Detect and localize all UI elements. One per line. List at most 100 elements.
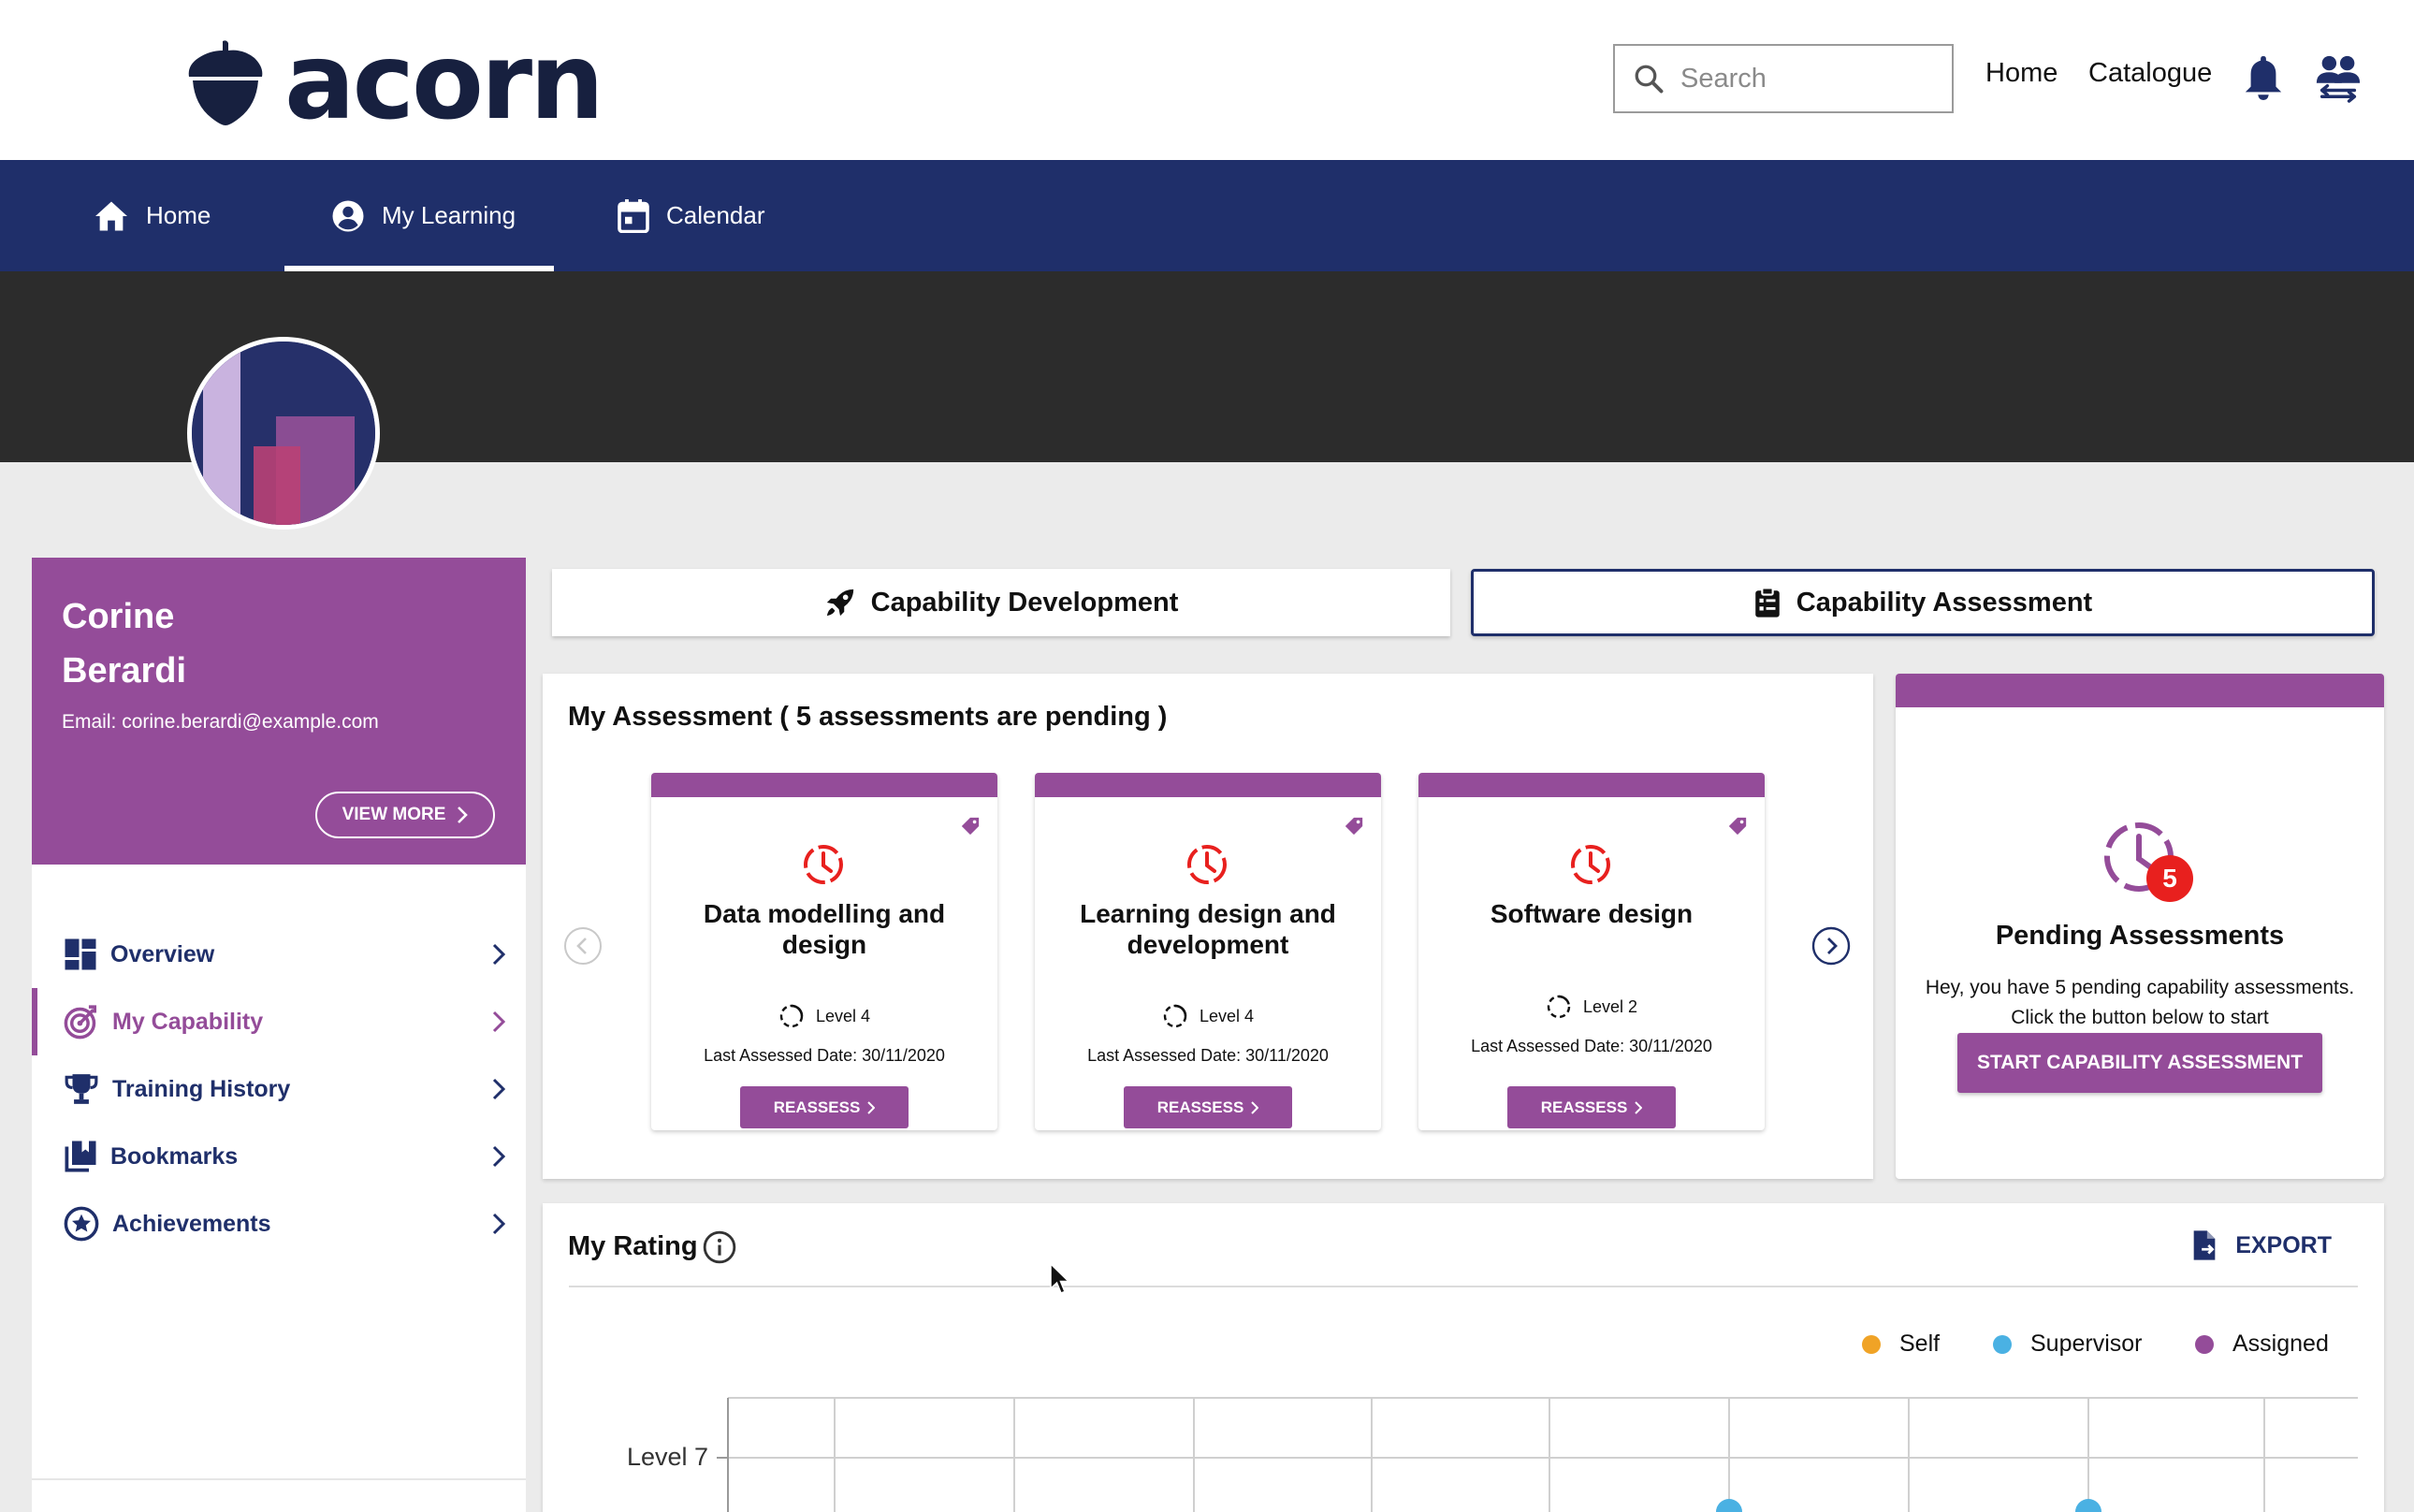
reassess-button[interactable]: REASSESS (740, 1086, 909, 1128)
profile-last-name: Berardi (62, 651, 187, 691)
legend-label: Self (1899, 1330, 1941, 1357)
carousel-prev-button[interactable] (563, 926, 603, 966)
assessment-panel-title: My Assessment ( 5 assessments are pendin… (568, 702, 1168, 732)
search-icon (1635, 65, 1664, 94)
assessment-card[interactable]: Data modelling and design Level 4 Last A… (651, 773, 997, 1130)
reassess-label: REASSESS (1156, 1098, 1244, 1116)
sidebar-item-label: Achievements (112, 1210, 271, 1237)
pending-count-badge: 5 (2146, 855, 2193, 902)
pending-assessments-panel: 5 Pending Assessments Hey, you have 5 pe… (1896, 674, 2384, 1179)
view-more-label: VIEW MORE (342, 805, 446, 824)
main-nav: Home My Learning Calendar (0, 160, 2414, 271)
carousel-next-button[interactable] (1811, 926, 1851, 966)
chevron-right-icon (492, 1145, 505, 1168)
legend-label: Assigned (2232, 1330, 2329, 1357)
star-badge-icon (64, 1206, 99, 1242)
legend-item-supervisor: Supervisor (1993, 1330, 2143, 1358)
legend-dot (1862, 1334, 1881, 1354)
sidebar-item-training-history[interactable]: Training History (32, 1055, 526, 1123)
card-title: Learning design and development (1080, 899, 1336, 959)
email-value: corine.berardi@example.com (122, 711, 379, 733)
level-progress-icon (1547, 995, 1571, 1019)
chevron-right-icon (492, 1213, 505, 1235)
start-capability-assessment-button[interactable]: START CAPABILITY ASSESSMENT (1957, 1033, 2322, 1093)
rating-title: My Rating (568, 1231, 698, 1261)
pending-title: Pending Assessments (1995, 921, 2285, 951)
calendar-icon (618, 198, 649, 233)
info-icon[interactable] (702, 1229, 737, 1265)
chevron-right-icon (458, 807, 469, 823)
search-input[interactable] (1680, 63, 1933, 94)
export-file-icon (2193, 1230, 2216, 1260)
card-level: Level 4 (1035, 1003, 1381, 1029)
pending-clock-icon (804, 845, 843, 884)
acorn-logo[interactable]: acorn (187, 22, 604, 143)
nav-item-label: Calendar (666, 201, 765, 229)
profile-first-name: Corine (62, 597, 175, 636)
avatar[interactable] (187, 337, 380, 530)
rating-divider (569, 1286, 2358, 1287)
account-circle-icon (332, 200, 364, 231)
clipboard-icon (1755, 587, 1780, 618)
tab-capability-development[interactable]: Capability Development (552, 569, 1450, 636)
legend-dot (2195, 1334, 2214, 1354)
chevron-right-circle-icon (1811, 926, 1851, 966)
avatar-image (192, 342, 375, 525)
tag-icon[interactable] (1344, 816, 1364, 836)
trophy-icon (65, 1074, 98, 1104)
view-more-button[interactable]: VIEW MORE (315, 792, 495, 838)
nav-item-calendar[interactable]: Calendar (618, 160, 765, 271)
profile-email: Email: corine.berardi@example.com (62, 711, 496, 734)
y-tick-label: Level 7 (627, 1443, 709, 1471)
header-link-catalogue[interactable]: Catalogue (2088, 58, 2212, 89)
tab-capability-assessment[interactable]: Capability Assessment (1471, 569, 2375, 636)
rating-chart-grid (717, 1397, 2358, 1512)
card-title: Software design (1490, 899, 1694, 928)
dashboard-icon (65, 938, 96, 970)
tag-icon[interactable] (1727, 816, 1748, 836)
chart-point-supervisor (1716, 1499, 1742, 1512)
sidebar-item-my-capability[interactable]: My Capability (32, 988, 526, 1055)
card-level-text: Level 4 (815, 1006, 871, 1025)
pending-text-line1: Hey, you have 5 pending capability asses… (1925, 977, 2355, 998)
header-link-home[interactable]: Home (1985, 58, 2058, 89)
notification-bell-icon[interactable] (2242, 52, 2285, 108)
card-title: Data modelling and design (703, 899, 946, 959)
legend-item-self: Self (1862, 1330, 1940, 1358)
logo-text: acorn (284, 22, 604, 143)
sidebar-item-achievements[interactable]: Achievements (32, 1190, 526, 1258)
reassess-label: REASSESS (773, 1098, 861, 1116)
sidebar-item-overview[interactable]: Overview (32, 921, 526, 988)
card-level: Level 4 (651, 1003, 997, 1029)
top-header: acorn Home Catalogue (0, 0, 2414, 160)
search-box[interactable] (1613, 44, 1954, 113)
profile-card: Corine Berardi Email: corine.berardi@exa… (32, 558, 526, 865)
reassess-button[interactable]: REASSESS (1124, 1086, 1292, 1128)
sidebar-menu: Overview My Capability Training History … (32, 865, 526, 1512)
export-button[interactable]: EXPORT (2190, 1229, 2332, 1261)
tag-icon[interactable] (960, 816, 981, 836)
nav-item-home[interactable]: Home (94, 160, 211, 271)
chevron-right-icon (492, 1078, 505, 1100)
chevron-left-circle-icon (564, 927, 602, 965)
nav-item-my-learning[interactable]: My Learning (284, 160, 554, 271)
sidebar-item-bookmarks[interactable]: Bookmarks (32, 1123, 526, 1190)
sidebar-item-label: Bookmarks (110, 1142, 239, 1170)
my-rating-panel: My Rating EXPORT Self Supervisor Assigne… (543, 1203, 2384, 1512)
switch-user-icon[interactable] (2313, 52, 2363, 108)
legend-item-assigned: Assigned (2195, 1330, 2329, 1358)
reassess-button[interactable]: REASSESS (1507, 1086, 1676, 1128)
level-progress-icon (779, 1004, 804, 1028)
export-label: EXPORT (2235, 1231, 2332, 1258)
sidebar-item-label: Training History (112, 1075, 291, 1102)
chevron-right-icon (492, 943, 505, 966)
reassess-label: REASSESS (1540, 1098, 1628, 1116)
pending-clock-icon (1187, 845, 1227, 884)
assessment-card[interactable]: Software design Level 2 Last Assessed Da… (1418, 773, 1765, 1130)
card-level-text: Level 4 (1199, 1006, 1255, 1025)
assessment-card[interactable]: Learning design and development Level 4 … (1035, 773, 1381, 1130)
nav-item-label: My Learning (382, 201, 516, 229)
chevron-right-icon (492, 1010, 505, 1033)
card-level-text: Level 2 (1582, 996, 1638, 1016)
home-icon (95, 201, 127, 230)
